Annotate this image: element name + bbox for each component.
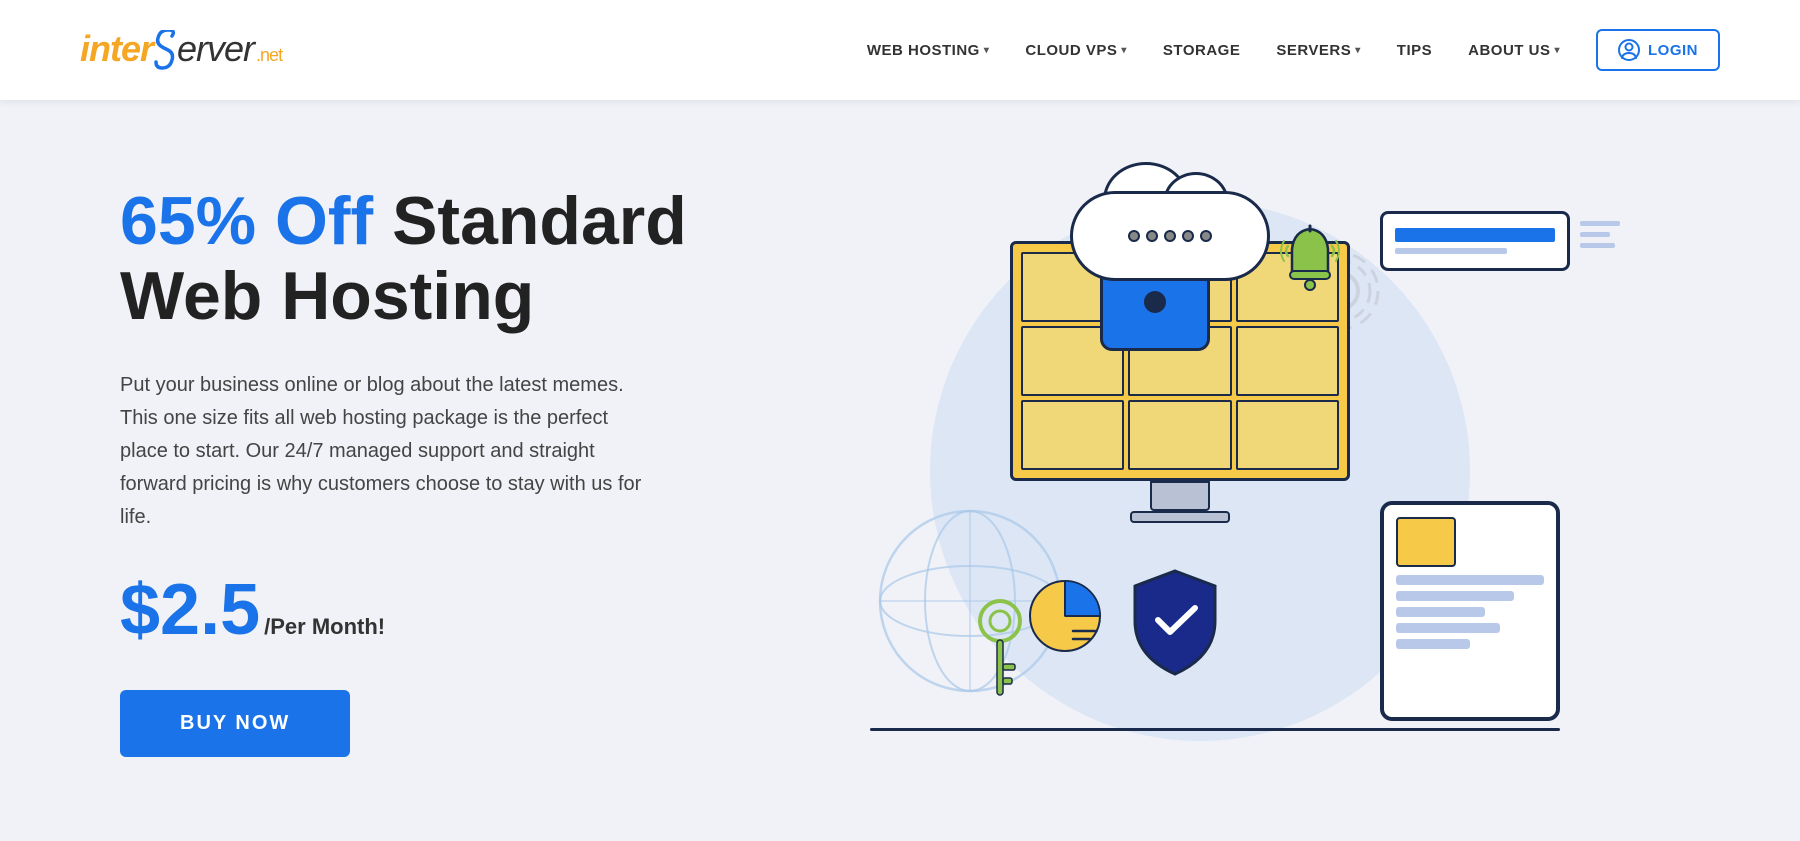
card-stripe xyxy=(1395,228,1555,242)
hero-illustration-area xyxy=(720,161,1680,781)
nav-cloud-vps[interactable]: CLOUD VPS ▾ xyxy=(1025,42,1127,59)
tablet-row xyxy=(1396,591,1514,601)
hero-title: 65% Off StandardWeb Hosting xyxy=(120,184,720,334)
hero-description: Put your business online or blog about t… xyxy=(120,369,660,534)
tablet-row xyxy=(1396,607,1485,617)
shield-icon xyxy=(1130,566,1220,681)
cloud-dot xyxy=(1146,230,1158,242)
hero-price-suffix: /Per Month! xyxy=(264,614,385,640)
deco-bottom-line xyxy=(870,728,1560,731)
user-circle-icon xyxy=(1618,39,1640,61)
nav-servers[interactable]: SERVERS ▾ xyxy=(1276,42,1360,59)
hero-price-amount: $2.5 xyxy=(120,574,260,646)
deco-line xyxy=(1580,221,1620,226)
buy-now-button[interactable]: BUY NOW xyxy=(120,690,350,757)
deco-line xyxy=(1580,232,1610,237)
cloud-dot xyxy=(1128,230,1140,242)
tablet-yellow-box xyxy=(1396,517,1456,567)
cloud-dot xyxy=(1182,230,1194,242)
logo-erver: erver xyxy=(177,28,254,70)
monitor-base xyxy=(1130,511,1230,523)
chevron-down-icon: ▾ xyxy=(984,45,990,56)
deco-line xyxy=(1580,243,1615,248)
card-shape xyxy=(1380,211,1570,271)
logo-s xyxy=(153,28,177,72)
card-widget xyxy=(1380,211,1570,271)
bell-icon xyxy=(1280,221,1340,306)
card-line xyxy=(1395,248,1507,254)
nav-web-hosting[interactable]: WEB HOSTING ▾ xyxy=(867,42,990,59)
cloud-icon xyxy=(1070,191,1270,281)
hero-content: 65% Off StandardWeb Hosting Put your bus… xyxy=(120,184,720,758)
cloud-dot xyxy=(1164,230,1176,242)
cloud-shape xyxy=(1070,191,1270,281)
key-icon xyxy=(970,596,1030,711)
hero-section: 65% Off StandardWeb Hosting Put your bus… xyxy=(0,100,1800,841)
chevron-down-icon: ▾ xyxy=(1355,45,1361,56)
logo-inter: inter xyxy=(80,28,153,70)
pie-chart-icon xyxy=(1025,576,1105,661)
hero-illustration xyxy=(810,181,1590,761)
tablet-icon xyxy=(1380,501,1560,721)
chevron-down-icon: ▾ xyxy=(1121,45,1127,56)
tablet-row xyxy=(1396,623,1500,633)
chevron-down-icon: ▾ xyxy=(1554,45,1560,56)
hero-title-highlight: 65% Off xyxy=(120,183,373,259)
deco-lines xyxy=(1580,221,1620,248)
padlock-keyhole xyxy=(1144,291,1166,313)
tablet-row xyxy=(1396,575,1544,585)
monitor-stand xyxy=(1150,481,1210,511)
main-nav: WEB HOSTING ▾ CLOUD VPS ▾ STORAGE SERVER… xyxy=(867,29,1720,71)
hero-price-block: $2.5 /Per Month! xyxy=(120,574,720,646)
tablet-screen xyxy=(1380,501,1560,721)
site-logo[interactable]: inter erver.net xyxy=(80,28,282,72)
login-label: LOGIN xyxy=(1648,42,1698,59)
cloud-dot xyxy=(1200,230,1212,242)
nav-about-us[interactable]: ABOUT US ▾ xyxy=(1468,42,1560,59)
site-header: inter erver.net WEB HOSTING ▾ CLOUD VPS … xyxy=(0,0,1800,100)
tablet-row xyxy=(1396,639,1470,649)
logo-net: .net xyxy=(256,45,282,66)
login-button[interactable]: LOGIN xyxy=(1596,29,1720,71)
nav-tips[interactable]: TIPS xyxy=(1397,42,1432,59)
nav-storage[interactable]: STORAGE xyxy=(1163,42,1240,59)
